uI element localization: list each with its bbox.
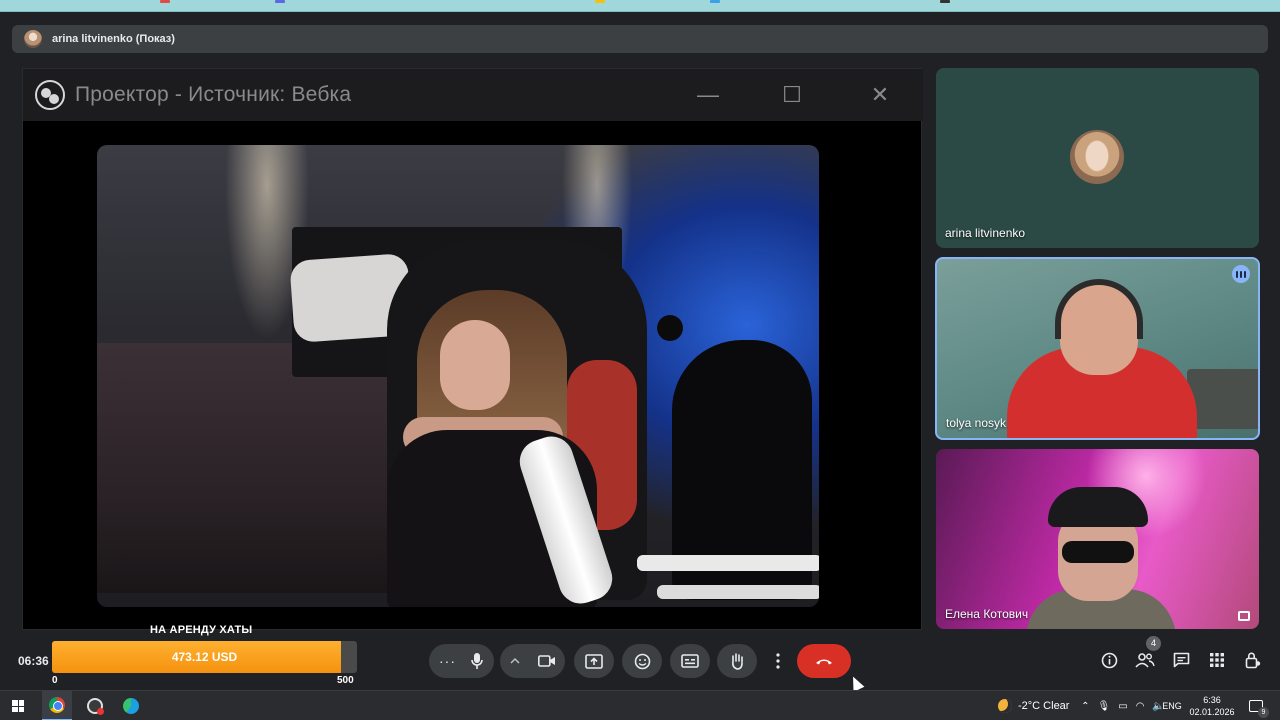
meeting-info-button[interactable] <box>1097 648 1121 672</box>
present-now-button[interactable] <box>574 644 614 678</box>
tab-favicon-blue <box>275 0 285 3</box>
taskbar-clock[interactable]: 6:36 02.01.2026 <box>1188 691 1236 720</box>
edge-icon <box>123 698 139 714</box>
participant-tile-elena[interactable]: Елена Котович <box>936 449 1259 629</box>
activities-button[interactable] <box>1205 648 1229 672</box>
camera-icon[interactable] <box>537 655 556 667</box>
windows-taskbar: -2°C Clear ⌃ 🎙 ▭ ◠ 🔈 ENG 6:36 02.01.2026… <box>0 690 1280 720</box>
participant-tile-tolya[interactable]: tolya nosyk <box>935 257 1260 440</box>
hand-icon <box>732 653 743 670</box>
apps-grid-icon <box>1210 653 1224 667</box>
chevron-up-icon[interactable]: ⌃ <box>1081 701 1089 712</box>
microphone-tray-icon[interactable]: 🎙 <box>1098 701 1111 712</box>
notification-count: 9 <box>1258 707 1269 718</box>
headset-icon <box>1055 279 1143 339</box>
donation-min-label: 0 <box>52 675 58 686</box>
webcam-person-face <box>440 320 510 410</box>
chrome-icon <box>49 697 65 713</box>
people-count-badge: 4 <box>1146 636 1161 651</box>
tab-favicon-yellow <box>595 0 605 3</box>
lock-person-icon <box>1245 652 1261 669</box>
vertical-dots-icon <box>776 653 780 669</box>
presenter-banner: arina litvinenko (Показ) <box>12 25 1268 53</box>
more-audio-options-icon[interactable]: ··· <box>439 653 456 669</box>
battery-icon[interactable]: ▭ <box>1118 701 1127 712</box>
donation-progress-bar: 473.12 USD <box>52 641 357 673</box>
weather-text: -2°C Clear <box>1018 700 1070 712</box>
taskbar-edge[interactable] <box>116 691 146 720</box>
info-icon <box>1101 652 1117 668</box>
webcam-lamp <box>657 315 683 341</box>
participant-hat <box>1048 487 1148 527</box>
mic-control-group[interactable]: ··· <box>429 644 494 678</box>
pin-tile-icon[interactable] <box>1238 611 1250 621</box>
chat-button[interactable] <box>1169 648 1193 672</box>
donation-amount: 473.12 USD <box>171 650 238 664</box>
maximize-icon: ☐ <box>782 82 802 107</box>
taskbar-chrome[interactable] <box>42 691 72 720</box>
start-button[interactable] <box>8 691 28 720</box>
donation-max-label: 500 <box>337 675 354 686</box>
chat-icon <box>1173 652 1189 668</box>
raise-hand-button[interactable] <box>717 644 757 678</box>
captions-icon <box>681 654 699 668</box>
shared-obs-projector-window: Проектор - Источник: Вебка — ☐ ✕ <box>22 68 923 630</box>
participant-sunglasses <box>1062 541 1134 563</box>
mic-icon[interactable] <box>470 652 484 670</box>
close-icon: ✕ <box>870 82 890 107</box>
tab-favicon-cyan <box>710 0 720 3</box>
reactions-button[interactable] <box>622 644 662 678</box>
meeting-clock: 06:36 <box>18 654 49 668</box>
people-icon <box>1135 653 1155 668</box>
camera-control-group[interactable] <box>500 644 565 678</box>
tab-favicon-dark <box>940 0 950 3</box>
presenter-avatar <box>24 30 42 48</box>
obs-logo-icon <box>35 80 65 110</box>
moon-icon <box>998 699 1012 713</box>
people-button[interactable] <box>1133 648 1157 672</box>
present-icon <box>585 653 603 669</box>
speaking-indicator-icon <box>1232 265 1250 283</box>
minimize-icon: — <box>697 82 719 107</box>
participant-name: arina litvinenko <box>945 226 1026 240</box>
participant-tile-arina[interactable]: arina litvinenko <box>936 68 1259 248</box>
chevron-up-icon[interactable] <box>509 657 520 665</box>
emoji-icon <box>634 653 650 669</box>
captions-button[interactable] <box>670 644 710 678</box>
notification-center-button[interactable]: 9 <box>1244 691 1269 720</box>
weather-widget[interactable]: -2°C Clear <box>998 691 1078 720</box>
system-tray[interactable]: ⌃ 🎙 ▭ ◠ 🔈 <box>1081 691 1165 720</box>
background-shelf <box>1187 369 1258 429</box>
wifi-icon[interactable]: ◠ <box>1136 701 1145 712</box>
taskbar-obs[interactable] <box>80 691 110 720</box>
browser-tab-strip <box>0 0 1280 12</box>
clock-date: 02.01.2026 <box>1189 707 1235 717</box>
participant-name: Елена Котович <box>945 607 1029 621</box>
participant-avatar <box>1070 130 1124 184</box>
clock-time: 6:36 <box>1203 695 1221 705</box>
webcam-mic-arm <box>637 555 819 571</box>
input-language[interactable]: ENG <box>1160 691 1184 720</box>
tab-favicon-red <box>160 0 170 3</box>
presenter-label: arina litvinenko (Показ) <box>52 33 175 45</box>
obs-window-title: Проектор - Источник: Вебка <box>75 83 352 106</box>
participant-name: tolya nosyk <box>946 416 1007 430</box>
webcam-feed <box>97 145 819 607</box>
obs-studio-icon <box>87 698 104 715</box>
windows-logo-icon <box>12 700 24 712</box>
hangup-icon <box>816 659 832 665</box>
host-controls-button[interactable] <box>1241 648 1265 672</box>
webcam-mic-arm-lower <box>657 585 819 599</box>
donation-goal-title: НА АРЕНДУ ХАТЫ <box>150 624 253 636</box>
more-options-button[interactable] <box>764 644 792 678</box>
leave-call-button[interactable] <box>797 644 851 678</box>
obs-titlebar: Проектор - Источник: Вебка — ☐ ✕ <box>23 69 923 121</box>
notification-icon: 9 <box>1249 700 1269 718</box>
